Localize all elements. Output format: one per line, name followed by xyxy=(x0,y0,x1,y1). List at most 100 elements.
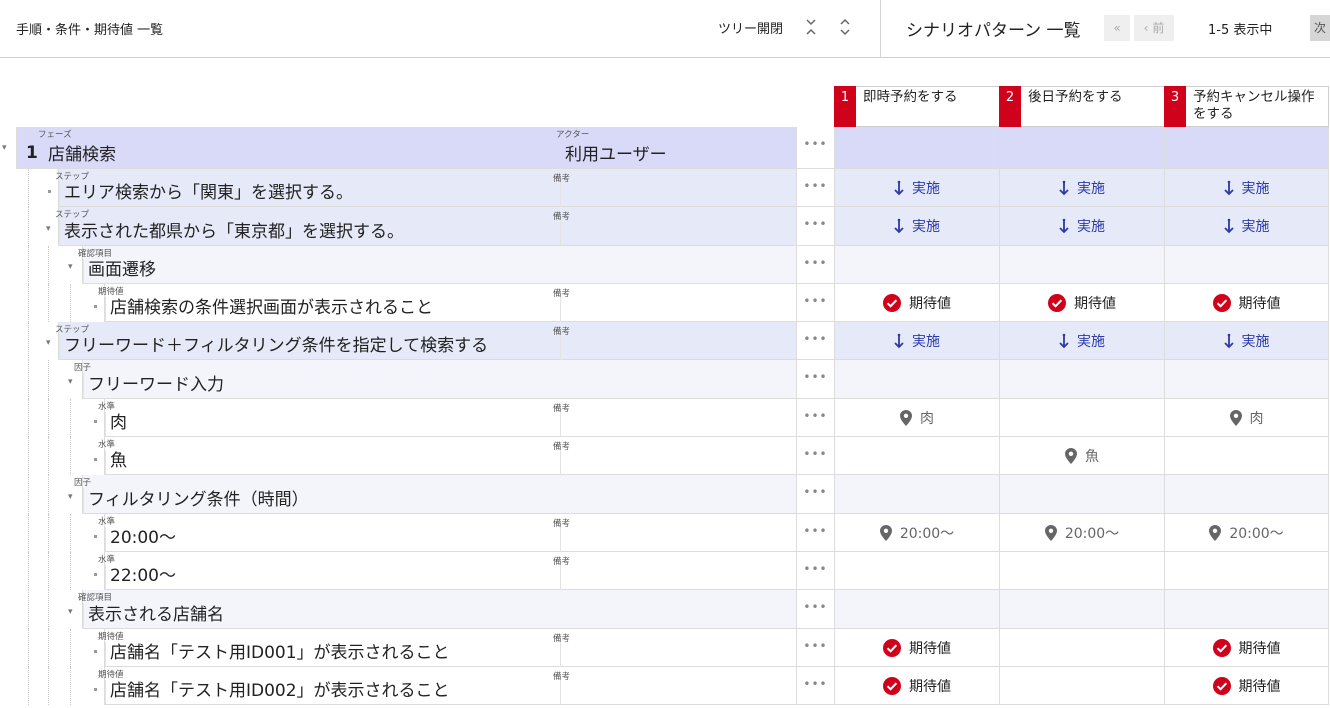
scenario-cell-2[interactable] xyxy=(999,399,1164,437)
collapse-toggle-icon[interactable]: ▾ xyxy=(46,224,51,234)
table-row-expected[interactable]: 期待値 店舗検索の条件選択画面が表示されること 備考 ••• 期待値 期待値 期待値 xyxy=(0,284,1330,322)
scenario-cell-1[interactable]: 期待値 xyxy=(834,284,999,322)
collapse-toggle-icon[interactable]: ▾ xyxy=(68,492,73,502)
scenario-cell-3[interactable] xyxy=(1164,127,1329,169)
table-row-level[interactable]: 水準 20:00～ 備考 ••• 20:00～ 20:00～ 20:00～ xyxy=(0,514,1330,552)
prev-page-button[interactable]: ‹ 前 xyxy=(1134,15,1174,41)
scenario-cell-3[interactable] xyxy=(1164,437,1329,475)
collapse-all-icon[interactable] xyxy=(803,16,819,38)
row-text[interactable]: 肉 xyxy=(110,408,127,433)
scenario-cell-3[interactable] xyxy=(1164,360,1329,399)
remark-field[interactable] xyxy=(560,412,796,437)
table-row-check[interactable]: 確認項目 ▾ 表示される店舗名 ••• xyxy=(0,590,1330,629)
scenario-header-3[interactable]: 3 予約キャンセル操作をする xyxy=(1164,86,1329,127)
row-menu-icon[interactable]: ••• xyxy=(796,399,834,437)
scenario-cell-2[interactable]: 実施 xyxy=(999,322,1164,360)
row-menu-icon[interactable]: ••• xyxy=(796,360,834,399)
row-text[interactable]: フリーワード入力 xyxy=(88,370,224,395)
remark-field[interactable] xyxy=(560,642,796,667)
scenario-cell-1[interactable] xyxy=(834,246,999,284)
scenario-cell-2[interactable] xyxy=(999,246,1164,284)
first-page-button[interactable]: « xyxy=(1104,15,1130,41)
scenario-cell-3[interactable]: 実施 xyxy=(1164,207,1329,246)
table-row-step[interactable]: ステップ ▾ 表示された都県から「東京都」を選択する。 備考 ••• 実施 実施 実施 xyxy=(0,207,1330,246)
scenario-cell-2[interactable] xyxy=(999,629,1164,667)
row-text[interactable]: 20:00～ xyxy=(110,523,176,548)
expand-all-icon[interactable] xyxy=(837,16,853,38)
row-main-cell[interactable] xyxy=(82,246,796,284)
table-row-step[interactable]: ステップ ▾ フリーワード＋フィルタリング条件を指定して検索する 備考 ••• 実施 実施実… xyxy=(0,322,1330,360)
scenario-cell-1[interactable]: 期待値 xyxy=(834,667,999,705)
row-menu-icon[interactable]: ••• xyxy=(796,322,834,360)
row-menu-icon[interactable]: ••• xyxy=(796,169,834,207)
table-row-factor[interactable]: 因子 ▾ フリーワード入力 ••• xyxy=(0,360,1330,399)
scenario-cell-1[interactable] xyxy=(834,437,999,475)
row-menu-icon[interactable]: ••• xyxy=(796,284,834,322)
collapse-toggle-icon[interactable]: ▾ xyxy=(68,607,73,617)
scenario-cell-1[interactable]: 実施 xyxy=(834,169,999,207)
tree-toggle-label[interactable]: ツリー開閉 xyxy=(718,18,783,37)
remark-field[interactable] xyxy=(560,450,796,475)
next-page-button[interactable]: 次 xyxy=(1310,15,1330,41)
table-row-level[interactable]: 水準肉備考 ••• 肉肉 xyxy=(0,399,1330,437)
table-row-expected[interactable]: 期待値 店舗名「テスト用ID001」が表示されること 備考 ••• 期待値 期待値 xyxy=(0,629,1330,667)
scenario-cell-2[interactable]: 期待値 xyxy=(999,284,1164,322)
row-menu-icon[interactable]: ••• xyxy=(796,475,834,514)
scenario-cell-3[interactable] xyxy=(1164,246,1329,284)
row-menu-icon[interactable]: ••• xyxy=(796,590,834,629)
row-text[interactable]: 店舗検索の条件選択画面が表示されること xyxy=(110,293,433,318)
row-text[interactable]: エリア検索から「関東」を選択する。 xyxy=(64,178,353,203)
table-row-check[interactable]: 確認項目 ▾ 画面遷移 ••• xyxy=(0,246,1330,284)
row-text[interactable]: フィルタリング条件（時間） xyxy=(88,485,309,510)
table-row-step[interactable]: ステップ エリア検索から「関東」を選択する。 備考 ••• 実施 実施 実施 xyxy=(0,169,1330,207)
collapse-toggle-icon[interactable]: ▾ xyxy=(2,143,7,153)
actor-name[interactable]: 利用ユーザー xyxy=(565,140,667,165)
remark-field[interactable] xyxy=(560,680,796,705)
row-text[interactable]: フリーワード＋フィルタリング条件を指定して検索する xyxy=(64,331,488,356)
scenario-header-2[interactable]: 2 後日予約をする xyxy=(999,86,1164,127)
scenario-cell-2[interactable]: 20:00～ xyxy=(999,514,1164,552)
remark-field[interactable] xyxy=(560,565,796,590)
row-menu-icon[interactable]: ••• xyxy=(796,246,834,284)
row-text[interactable]: 魚 xyxy=(110,446,127,471)
row-text[interactable]: 表示される店舗名 xyxy=(88,600,224,625)
scenario-cell-3[interactable] xyxy=(1164,552,1329,590)
scenario-cell-1[interactable]: 実施 xyxy=(834,322,999,360)
scenario-cell-3[interactable]: 実施 xyxy=(1164,322,1329,360)
table-row-factor[interactable]: 因子 ▾ フィルタリング条件（時間） ••• xyxy=(0,475,1330,514)
scenario-cell-1[interactable]: 実施 xyxy=(834,207,999,246)
scenario-cell-2[interactable]: 実施 xyxy=(999,169,1164,207)
scenario-cell-1[interactable] xyxy=(834,552,999,590)
row-menu-icon[interactable]: ••• xyxy=(796,629,834,667)
row-menu-icon[interactable]: ••• xyxy=(796,207,834,246)
remark-field[interactable] xyxy=(560,220,796,246)
row-menu-icon[interactable]: ••• xyxy=(796,437,834,475)
scenario-cell-1[interactable] xyxy=(834,590,999,629)
scenario-cell-1[interactable]: 20:00～ xyxy=(834,514,999,552)
scenario-cell-3[interactable]: 実施 xyxy=(1164,169,1329,207)
row-menu-icon[interactable]: ••• xyxy=(796,127,834,169)
row-main-cell[interactable] xyxy=(16,127,796,169)
scenario-cell-3[interactable]: 肉 xyxy=(1164,399,1329,437)
scenario-cell-3[interactable]: 期待値 xyxy=(1164,284,1329,322)
row-text[interactable]: 店舗名「テスト用ID002」が表示されること xyxy=(110,676,450,701)
table-row-phase[interactable]: フェーズ ▾ 1 アクター 利用ユーザー 店舗検索 ••• xyxy=(0,127,1330,169)
scenario-cell-3[interactable] xyxy=(1164,475,1329,514)
scenario-cell-1[interactable] xyxy=(834,127,999,169)
scenario-cell-1[interactable]: 肉 xyxy=(834,399,999,437)
remark-field[interactable] xyxy=(560,335,796,360)
scenario-header-1[interactable]: 1 即時予約をする xyxy=(834,86,999,127)
scenario-cell-2[interactable]: 魚 xyxy=(999,437,1164,475)
remark-field[interactable] xyxy=(560,297,796,322)
remark-field[interactable] xyxy=(560,527,796,552)
scenario-cell-3[interactable] xyxy=(1164,590,1329,629)
row-menu-icon[interactable]: ••• xyxy=(796,667,834,705)
scenario-cell-2[interactable] xyxy=(999,552,1164,590)
row-text[interactable]: 画面遷移 xyxy=(88,255,156,280)
collapse-toggle-icon[interactable]: ▾ xyxy=(46,338,51,348)
row-text[interactable]: 店舗名「テスト用ID001」が表示されること xyxy=(110,638,450,663)
scenario-cell-2[interactable] xyxy=(999,127,1164,169)
scenario-cell-2[interactable] xyxy=(999,475,1164,514)
table-row-expected[interactable]: 期待値 店舗名「テスト用ID002」が表示されること 備考 ••• 期待値 期待値 xyxy=(0,667,1330,705)
scenario-cell-2[interactable] xyxy=(999,590,1164,629)
